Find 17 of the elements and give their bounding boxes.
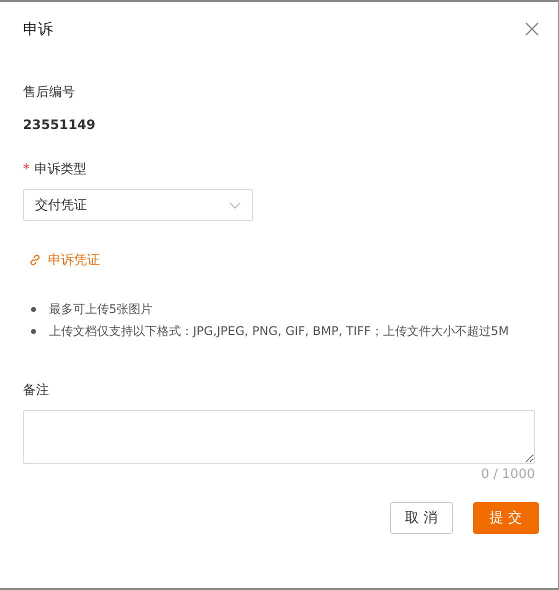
cancel-button[interactable]: 取 消 (390, 502, 453, 534)
field-label: 申诉类型 (34, 161, 86, 178)
close-icon[interactable] (525, 22, 539, 36)
bullet-icon (31, 307, 36, 312)
character-counter: 0 / 1000 (480, 467, 535, 482)
required-mark: * (23, 162, 30, 176)
note-text: 最多可上传5张图片 (49, 301, 153, 318)
type-dropdown[interactable]: 交付凭证 (23, 189, 253, 221)
field-value: 23551149 (23, 118, 96, 133)
dialog-title: 申诉 (23, 20, 53, 38)
bullet-icon (31, 329, 36, 334)
chevron-down-icon (229, 202, 241, 208)
field-label: 售后编号 (23, 84, 75, 101)
note-text: 上传文档仅支持以下格式：JPG,JPEG, PNG, GIF, BMP, TIFF；上传文件大小不超过5M (49, 323, 509, 340)
link-icon (29, 254, 41, 266)
remark-field[interactable] (23, 410, 535, 464)
field-label: 备注 (23, 382, 50, 400)
